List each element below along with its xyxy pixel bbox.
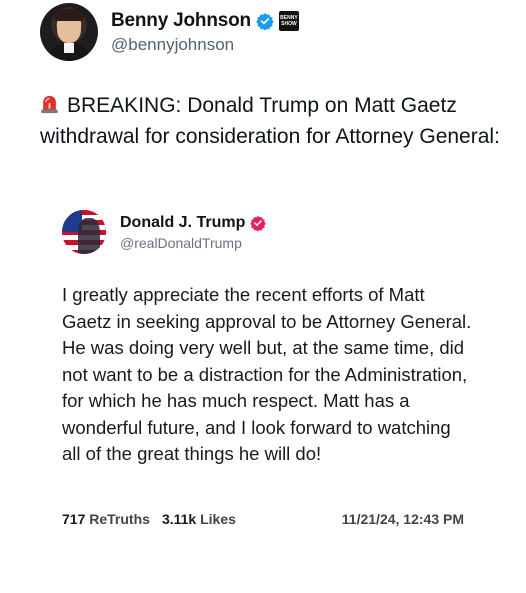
retruths-stat[interactable]: 717 ReTruths — [62, 511, 150, 527]
post-text: BREAKING: Donald Trump on Matt Gaetz wit… — [40, 94, 500, 148]
siren-icon — [41, 95, 58, 114]
verified-badge-icon — [250, 215, 267, 231]
truth-stats: 717 ReTruths 3.11k Likes 11/21/24, 12:43… — [62, 511, 464, 527]
truth-author-name[interactable]: Donald J. Trump — [120, 214, 245, 232]
author-name[interactable]: Benny Johnson — [111, 10, 251, 32]
trump-avatar[interactable] — [62, 210, 106, 254]
author-info: Benny Johnson BENNY SHOW @bennyjohnson — [111, 10, 299, 55]
avatar[interactable] — [40, 3, 98, 61]
timestamp: 11/21/24, 12:43 PM — [341, 511, 464, 527]
affiliate-badge: BENNY SHOW — [278, 10, 299, 31]
quoted-truth-card[interactable]: Donald J. Trump @realDonaldTrump I great… — [62, 210, 482, 468]
likes-stat[interactable]: 3.11k Likes — [162, 511, 236, 527]
truth-author-handle[interactable]: @realDonaldTrump — [120, 235, 266, 251]
post-header: Benny Johnson BENNY SHOW @bennyjohnson — [40, 2, 299, 62]
truth-body: I greatly appreciate the recent efforts … — [62, 284, 472, 464]
author-handle[interactable]: @bennyjohnson — [111, 35, 299, 55]
verified-badge-icon — [256, 12, 274, 30]
